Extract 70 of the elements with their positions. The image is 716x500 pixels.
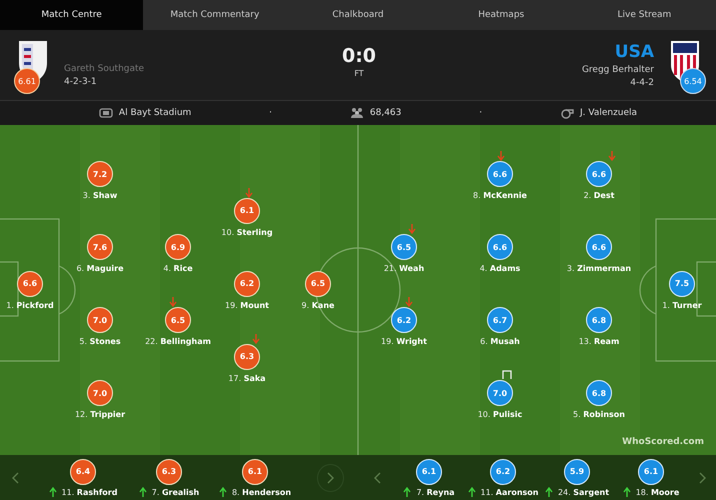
separator: · (269, 108, 272, 118)
team-rating: 6.61 (14, 68, 40, 94)
player-name: 7. Grealish (152, 488, 200, 496)
player-name: 4. Rice (163, 264, 193, 273)
info-text: 68,463 (370, 108, 402, 118)
player-name: 22. Bellingham (145, 337, 211, 346)
tab[interactable]: Match Centre (0, 0, 144, 30)
team-name: USA (614, 42, 654, 62)
score: 0:0 (342, 44, 376, 66)
player-rating[interactable]: 6.1 (242, 458, 268, 484)
up-arrow-icon (622, 486, 631, 496)
tab[interactable]: Heatmaps (430, 0, 573, 30)
player-name: 17. Saka (228, 374, 266, 382)
player-name: 6. Musah (480, 337, 520, 346)
player-rating[interactable]: 6.2 (490, 458, 516, 484)
player-name: 13. Ream (578, 337, 620, 346)
up-arrow-icon (138, 486, 147, 496)
match-status: FT (354, 68, 364, 78)
tab[interactable]: Live Stream (572, 0, 716, 30)
chevron-right-icon[interactable] (698, 472, 706, 484)
player-rating[interactable]: 6.4 (70, 458, 96, 484)
player-name: 8. McKennie (473, 191, 527, 200)
site-logo: WhoScored.com (622, 437, 704, 447)
player-name: 6. Maguire (76, 264, 124, 273)
player-rating[interactable]: 6.3 (156, 458, 182, 484)
player-name: 8. Henderson (232, 488, 292, 496)
player-name: 19. Wright (381, 337, 427, 346)
player-name: 19. Mount (225, 300, 269, 310)
player-name: 24. Sargent (558, 488, 610, 496)
people-icon (350, 106, 364, 120)
stadium-icon (98, 106, 113, 120)
up-arrow-icon (403, 486, 412, 496)
player-name: 11. Aaronson (480, 488, 538, 496)
player-rating[interactable]: 6.1 (638, 458, 664, 484)
team-rating: 6.54 (680, 68, 706, 94)
player-name: 18. Moore (636, 488, 680, 496)
up-arrow-icon (468, 486, 476, 496)
player-name: 10. Pulisic (478, 410, 522, 419)
player-rating[interactable]: 6.1 (416, 458, 442, 484)
carousel-button[interactable] (316, 464, 344, 492)
info-text: J. Valenzuela (580, 108, 638, 118)
chevron-right-icon[interactable] (326, 472, 334, 484)
player-name: 10. Sterling (221, 228, 273, 236)
player-name: 7. Reyna (416, 488, 455, 496)
info-text: Al Bayt Stadium (118, 108, 192, 118)
tab[interactable]: Chalkboard (286, 0, 430, 30)
player-name: 12. Trippier (74, 410, 126, 419)
player-rating[interactable]: 5.9 (564, 458, 590, 484)
player-name: 3. Shaw (82, 191, 118, 200)
player-name: 5. Stones (79, 337, 121, 346)
player-name: 1. Turner (662, 300, 702, 310)
player-name: 3. Zimmerman (566, 264, 632, 273)
chevron-left-icon[interactable] (12, 472, 20, 484)
formation: 4-2-3-1 (64, 76, 98, 86)
player-name: 9. Kane (302, 300, 334, 310)
player-name: 2. Dest (584, 191, 614, 200)
player-name: 5. Robinson (573, 410, 625, 419)
manager-name: Gareth Southgate (64, 64, 144, 74)
player-name: 21. Weah (384, 264, 424, 273)
up-arrow-icon (48, 486, 57, 496)
up-arrow-icon (218, 486, 227, 496)
player-name: 4. Adams (480, 264, 520, 273)
chevron-left-icon[interactable] (374, 472, 382, 484)
formation: 4-4-2 (630, 78, 654, 88)
separator: · (479, 108, 482, 118)
player-name: 1. Pickford (6, 300, 54, 310)
player-name: 11. Rashford (62, 488, 118, 496)
manager-name: Gregg Berhalter (582, 65, 654, 75)
up-arrow-icon (544, 486, 553, 496)
tab[interactable]: Match Commentary (143, 0, 286, 30)
